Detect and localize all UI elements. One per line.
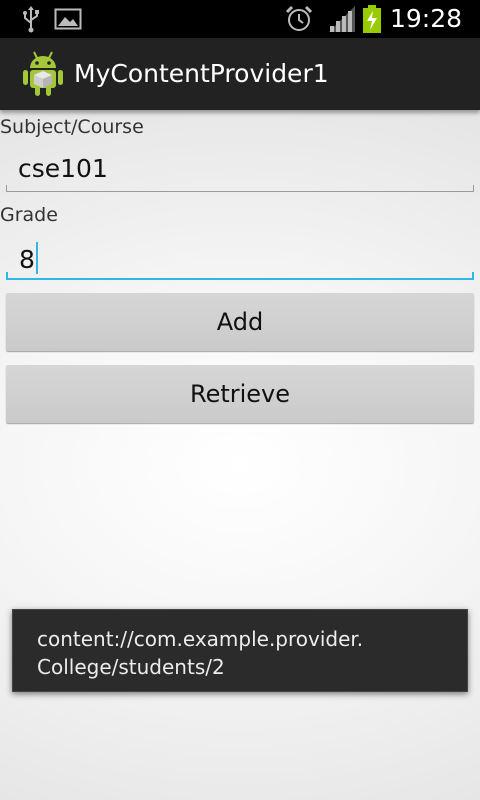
app-title: MyContentProvider1 [74, 59, 329, 88]
toast-line-2: College/students/2 [37, 655, 225, 679]
status-bar: 19:28 [0, 0, 480, 38]
grade-input[interactable]: 8 [6, 236, 474, 280]
battery-charging-icon [363, 5, 381, 33]
grade-value-wrap: 8 [19, 242, 38, 275]
subject-label: Subject/Course [0, 116, 144, 138]
alarm-icon [285, 5, 313, 31]
gallery-icon [54, 8, 82, 30]
text-cursor [35, 242, 38, 274]
subject-value: cse101 [18, 154, 108, 183]
signal-icon [329, 6, 355, 32]
action-bar: MyContentProvider1 [0, 38, 480, 110]
grade-value: 8 [19, 245, 35, 274]
subject-input[interactable]: cse101 [6, 148, 474, 192]
status-clock: 19:28 [390, 4, 463, 33]
retrieve-button[interactable]: Retrieve [6, 365, 474, 423]
android-app-icon [23, 51, 63, 96]
toast-message: content://com.example.provider. College/… [12, 609, 468, 692]
usb-icon [23, 6, 39, 33]
add-button[interactable]: Add [6, 293, 474, 351]
grade-label: Grade [0, 204, 58, 226]
toast-line-1: content://com.example.provider. [37, 627, 364, 651]
